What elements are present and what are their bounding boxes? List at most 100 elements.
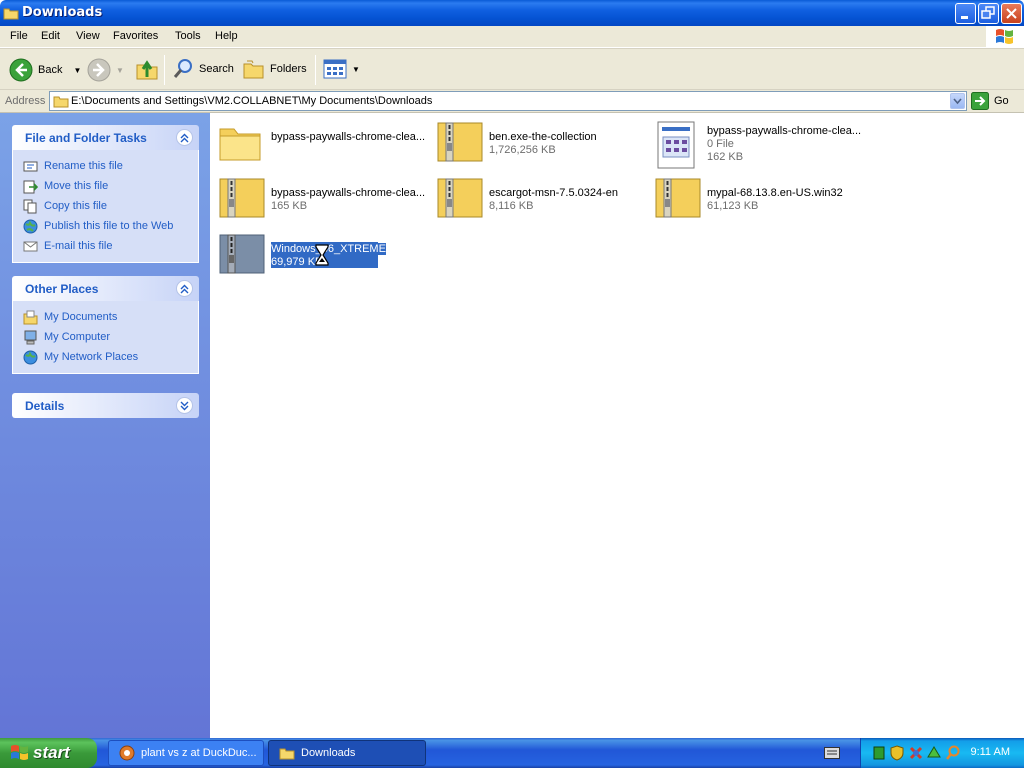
place-my-documents[interactable]: My Documents — [23, 307, 198, 327]
file-name: ben.exe-the-collection — [489, 131, 597, 143]
search-icon — [173, 59, 192, 78]
up-folder-button[interactable] — [135, 57, 159, 81]
chevron-down-icon[interactable]: ▼ — [352, 65, 360, 74]
file-name: mypal-68.13.8.en-US.win32 — [707, 187, 843, 199]
task-move[interactable]: Move this file — [23, 176, 198, 196]
task-pane: File and Folder Tasks Rename this file M… — [0, 113, 210, 738]
panel-header[interactable]: Details — [12, 393, 199, 418]
task-copy[interactable]: Copy this file — [23, 196, 198, 216]
menu-edit[interactable]: Edit — [41, 30, 60, 42]
file-item[interactable]: bypass-paywalls-chrome-clea... 0 File 16… — [650, 117, 862, 169]
go-arrow-icon — [971, 92, 989, 110]
zip-folder-icon — [655, 178, 701, 218]
place-my-computer[interactable]: My Computer — [23, 327, 198, 347]
windows-logo-icon — [986, 26, 1024, 48]
window-title: Downloads — [22, 5, 103, 20]
folder-icon — [219, 128, 261, 161]
file-size: 8,116 KB — [489, 200, 534, 212]
file-name: bypass-paywalls-chrome-clea... — [707, 125, 862, 137]
place-label: My Computer — [44, 331, 111, 343]
folders-label: Folders — [270, 63, 307, 75]
network-status-icon[interactable] — [873, 746, 885, 760]
file-item[interactable]: escargot-msn-7.5.0324-en 8,116 KB — [432, 173, 642, 223]
panel-header[interactable]: File and Folder Tasks — [12, 125, 199, 150]
update-icon[interactable] — [926, 745, 942, 761]
views-icon — [323, 59, 347, 79]
panel-body: My Documents My Computer My Network Plac… — [12, 301, 199, 374]
file-item[interactable]: mypal-68.13.8.en-US.win32 61,123 KB — [650, 173, 860, 223]
windows-logo-icon — [11, 745, 28, 760]
file-view[interactable]: bypass-paywalls-chrome-clea... ben.exe-t… — [210, 113, 1024, 738]
task-publish[interactable]: Publish this file to the Web — [23, 216, 198, 236]
address-path: E:\Documents and Settings\VM2.COLLABNET\… — [71, 95, 433, 107]
zip-folder-icon — [437, 178, 483, 218]
address-input[interactable]: E:\Documents and Settings\VM2.COLLABNET\… — [49, 91, 967, 111]
forward-button[interactable]: ▼ — [87, 58, 124, 82]
file-size: 61,123 KB — [707, 200, 759, 212]
keyboard-icon[interactable] — [824, 747, 840, 759]
security-shield-icon[interactable] — [890, 745, 904, 761]
computer-icon — [24, 330, 37, 344]
taskbar-button-label: plant vs z at DuckDuc... — [141, 747, 257, 759]
system-tray: 9:11 AM — [860, 738, 1024, 768]
file-name: escargot-msn-7.5.0324-en — [489, 187, 619, 199]
file-name: bypass-paywalls-chrome-clea... — [271, 131, 426, 143]
chevron-down-icon[interactable]: ▼ — [73, 66, 81, 75]
folder-icon — [53, 96, 69, 108]
file-item[interactable]: bypass-paywalls-chrome-clea... — [214, 117, 426, 167]
folders-button[interactable]: Folders — [243, 58, 307, 80]
panel-title: Other Places — [25, 282, 99, 296]
expand-chevron-icon[interactable] — [176, 397, 193, 414]
clock: 9:11 AM — [970, 746, 1010, 758]
close-button[interactable] — [1001, 3, 1022, 24]
collapse-chevron-icon[interactable] — [176, 280, 193, 297]
chevron-down-icon — [953, 98, 962, 105]
menu-tools[interactable]: Tools — [175, 30, 201, 42]
menu-view[interactable]: View — [76, 30, 100, 42]
back-button[interactable]: Back ▼ — [9, 58, 81, 82]
start-button[interactable]: start — [0, 738, 97, 768]
task-label: Rename this file — [44, 160, 123, 172]
search-tray-icon[interactable] — [945, 745, 961, 761]
menu-help[interactable]: Help — [215, 30, 238, 42]
views-button[interactable]: ▼ — [323, 59, 360, 79]
panel-header[interactable]: Other Places — [12, 276, 199, 301]
menu-file[interactable]: File — [10, 30, 28, 42]
taskbar-button-browser[interactable]: plant vs z at DuckDuc... — [108, 740, 264, 766]
file-name: bypass-paywalls-chrome-clea... — [271, 187, 426, 199]
up-folder-icon — [136, 60, 158, 80]
file-item-selected[interactable]: Windows_86_XTREME 69,979 KB — [214, 229, 424, 279]
taskbar-button-downloads[interactable]: Downloads — [268, 740, 426, 766]
file-item[interactable]: ben.exe-the-collection 1,726,256 KB — [432, 117, 642, 167]
address-label: Address — [5, 95, 46, 107]
panel-title: Details — [25, 399, 65, 413]
chevron-down-icon[interactable]: ▼ — [116, 66, 124, 75]
go-button[interactable]: Go — [971, 92, 1009, 110]
zip-folder-icon — [219, 178, 265, 218]
place-label: My Network Places — [44, 351, 139, 363]
go-label: Go — [994, 95, 1009, 107]
file-size: 1,726,256 KB — [489, 144, 556, 156]
my-documents-icon — [23, 310, 38, 324]
search-button[interactable]: Search — [172, 58, 234, 80]
start-label: start — [33, 743, 70, 762]
menu-favorites[interactable]: Favorites — [113, 30, 158, 42]
task-label: E-mail this file — [44, 240, 113, 252]
minimize-button[interactable] — [955, 3, 976, 24]
place-my-network[interactable]: My Network Places — [23, 347, 198, 367]
zip-folder-icon — [437, 122, 483, 162]
task-label: Copy this file — [44, 200, 107, 212]
tools-icon[interactable] — [908, 745, 924, 761]
file-item[interactable]: bypass-paywalls-chrome-clea... 165 KB — [214, 173, 426, 223]
collapse-chevron-icon[interactable] — [176, 129, 193, 146]
folder-icon — [279, 748, 295, 760]
task-rename[interactable]: Rename this file — [23, 156, 198, 176]
search-label: Search — [199, 63, 234, 75]
maximize-button[interactable] — [978, 3, 999, 24]
toolbar: Back ▼ ▼ Search Folders ▼ — [0, 48, 1024, 90]
file-folder-tasks-panel: File and Folder Tasks Rename this file M… — [12, 125, 199, 263]
title-bar[interactable]: Downloads — [0, 0, 1024, 26]
task-email[interactable]: E-mail this file — [23, 236, 198, 256]
address-dropdown-button[interactable] — [950, 93, 965, 109]
email-icon — [23, 241, 38, 251]
